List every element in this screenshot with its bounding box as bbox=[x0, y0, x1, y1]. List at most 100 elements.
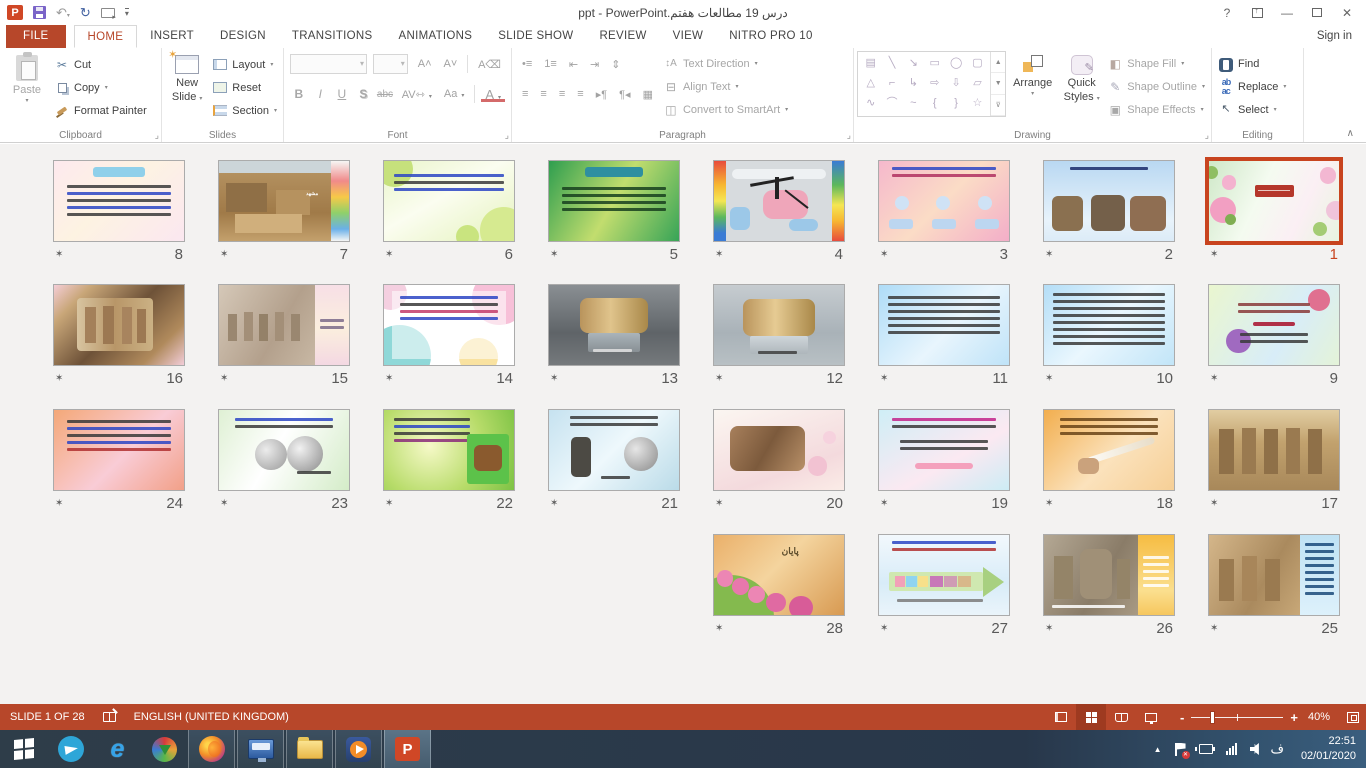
slide-sorter-view-button[interactable] bbox=[1076, 704, 1106, 730]
shape-icon[interactable]: ⇨ bbox=[930, 76, 939, 91]
taskbar-file-explorer[interactable] bbox=[286, 730, 333, 768]
format-painter-button[interactable]: Format Painter bbox=[51, 99, 150, 122]
animation-star-icon[interactable]: ✶ bbox=[548, 498, 558, 509]
animation-star-icon[interactable]: ✶ bbox=[53, 373, 63, 384]
paste-button[interactable]: Paste ▾ bbox=[3, 51, 51, 125]
slide-5-thumbnail[interactable] bbox=[548, 160, 680, 242]
animation-star-icon[interactable]: ✶ bbox=[53, 498, 63, 509]
sign-in-link[interactable]: Sign in bbox=[1317, 30, 1352, 42]
paragraph-align-icon[interactable]: ¶◂ bbox=[615, 88, 634, 101]
shape-outline-button[interactable]: ✎Shape Outline▾ bbox=[1104, 75, 1208, 98]
tab-review[interactable]: REVIEW bbox=[586, 25, 659, 48]
animation-star-icon[interactable]: ✶ bbox=[713, 498, 723, 509]
shape-icon[interactable]: ☆ bbox=[973, 96, 983, 111]
layout-button[interactable]: Layout▾ bbox=[209, 53, 280, 76]
help-button[interactable]: ? bbox=[1214, 3, 1240, 23]
animation-star-icon[interactable]: ✶ bbox=[383, 498, 393, 509]
animation-star-icon[interactable]: ✶ bbox=[1043, 249, 1053, 260]
zoom-in-button[interactable]: + bbox=[1290, 710, 1298, 725]
slide-26-thumbnail[interactable] bbox=[1043, 534, 1175, 616]
shape-icon[interactable]: ⇩ bbox=[952, 76, 961, 91]
animation-star-icon[interactable]: ✶ bbox=[383, 373, 393, 384]
tab-view[interactable]: VIEW bbox=[660, 25, 717, 48]
paragraph-align-icon[interactable]: ▦ bbox=[639, 88, 657, 101]
spell-check-icon[interactable] bbox=[103, 712, 116, 722]
zoom-slider[interactable] bbox=[1191, 717, 1283, 718]
font-dialog-launcher-icon[interactable]: ⌟ bbox=[505, 130, 509, 141]
tab-insert[interactable]: INSERT bbox=[137, 25, 207, 48]
replace-button[interactable]: abacReplace▾ bbox=[1215, 75, 1289, 98]
shape-icon[interactable]: ▱ bbox=[973, 76, 981, 91]
shape-icon[interactable]: ▢ bbox=[972, 56, 982, 71]
taskbar-on-screen-keyboard[interactable] bbox=[237, 730, 284, 768]
slide-23-thumbnail[interactable] bbox=[218, 409, 350, 491]
shape-icon[interactable]: ~ bbox=[910, 96, 916, 111]
slide-10-thumbnail[interactable] bbox=[1043, 284, 1175, 366]
network-signal-icon[interactable] bbox=[1226, 743, 1237, 755]
paragraph-list-indent-icon[interactable]: 1≡ bbox=[540, 58, 561, 70]
clock[interactable]: 22:51 02/01/2020 bbox=[1297, 734, 1356, 764]
shape-icon[interactable]: ↳ bbox=[909, 76, 918, 91]
slide-2-thumbnail[interactable] bbox=[1043, 160, 1175, 242]
restore-button[interactable] bbox=[1304, 3, 1330, 23]
slide-21-thumbnail[interactable] bbox=[548, 409, 680, 491]
slide-12-thumbnail[interactable] bbox=[713, 284, 845, 366]
arrange-button[interactable]: Arrange ▾ bbox=[1006, 51, 1059, 125]
clipboard-dialog-launcher-icon[interactable]: ⌟ bbox=[155, 130, 159, 141]
slide-9-thumbnail[interactable] bbox=[1208, 284, 1340, 366]
animation-star-icon[interactable]: ✶ bbox=[878, 373, 888, 384]
taskbar-powerpoint[interactable]: P bbox=[384, 730, 431, 768]
shapes-gallery[interactable]: ▤╲↘▭◯▢△⌐↳⇨⇩▱∿⌒~{}☆ ▲▼⊽ bbox=[857, 51, 1006, 117]
paragraph-align-icon[interactable]: ≡ bbox=[518, 88, 532, 100]
slide-13-thumbnail[interactable] bbox=[548, 284, 680, 366]
section-button[interactable]: Section▾ bbox=[209, 99, 280, 122]
language-label[interactable]: ENGLISH (UNITED KINGDOM) bbox=[134, 711, 289, 723]
taskbar-idm[interactable] bbox=[141, 730, 188, 768]
start-button[interactable] bbox=[0, 730, 47, 768]
customize-qat-icon[interactable]: ▾ bbox=[125, 8, 129, 18]
shapes-gallery-scrollbar[interactable]: ▲▼⊽ bbox=[990, 52, 1005, 116]
character-spacing-button[interactable]: AV⇿ ▾ bbox=[398, 88, 436, 101]
zoom-slider-thumb[interactable] bbox=[1210, 711, 1215, 724]
font-color-button[interactable]: A ▾ bbox=[481, 87, 505, 102]
animation-star-icon[interactable]: ✶ bbox=[878, 623, 888, 634]
redo-icon[interactable]: ↻ bbox=[80, 6, 91, 19]
normal-view-button[interactable] bbox=[1046, 704, 1076, 730]
animation-star-icon[interactable]: ✶ bbox=[1208, 623, 1218, 634]
bold-icon[interactable]: B bbox=[290, 87, 308, 101]
fit-slide-to-window-button[interactable] bbox=[1340, 704, 1366, 730]
shape-icon[interactable]: ▤ bbox=[865, 56, 875, 71]
shape-icon[interactable]: ╲ bbox=[889, 56, 896, 71]
tab-animations[interactable]: ANIMATIONS bbox=[386, 25, 486, 48]
slide-4-thumbnail[interactable] bbox=[713, 160, 845, 242]
paragraph-align-icon[interactable]: ≡ bbox=[536, 88, 550, 100]
animation-star-icon[interactable]: ✶ bbox=[1208, 249, 1218, 260]
increase-font-size-icon[interactable]: A˄ bbox=[414, 58, 436, 70]
shape-icon[interactable]: ∿ bbox=[866, 96, 875, 111]
shape-icon[interactable]: △ bbox=[866, 76, 874, 91]
paragraph-align-icon[interactable]: ≡ bbox=[555, 88, 569, 100]
underline-icon[interactable]: U bbox=[333, 87, 351, 101]
slide-28-thumbnail[interactable]: پایان bbox=[713, 534, 845, 616]
animation-star-icon[interactable]: ✶ bbox=[1043, 373, 1053, 384]
keyboard-language-indicator[interactable]: ف bbox=[1270, 741, 1283, 757]
paragraph-list-indent-icon[interactable]: ⇥ bbox=[586, 58, 603, 71]
animation-star-icon[interactable]: ✶ bbox=[713, 373, 723, 384]
paragraph-align-icon[interactable]: ≡ bbox=[573, 88, 587, 100]
tab-file[interactable]: FILE bbox=[6, 25, 66, 48]
show-hidden-icons-button[interactable]: ▲ bbox=[1154, 745, 1162, 754]
slide-6-thumbnail[interactable] bbox=[383, 160, 515, 242]
close-button[interactable]: ✕ bbox=[1334, 3, 1360, 23]
collapse-ribbon-icon[interactable]: ∧ bbox=[1347, 128, 1354, 139]
taskbar-internet-explorer[interactable]: e bbox=[94, 730, 141, 768]
shape-icon[interactable]: ⌒ bbox=[887, 96, 898, 111]
animation-star-icon[interactable]: ✶ bbox=[1043, 498, 1053, 509]
align-text-button[interactable]: ⊟Align Text▾ bbox=[660, 75, 791, 98]
find-button[interactable]: Find bbox=[1215, 52, 1289, 75]
slide-25-thumbnail[interactable] bbox=[1208, 534, 1340, 616]
paragraph-align-icon[interactable]: ▸¶ bbox=[592, 88, 611, 101]
strikethrough-icon[interactable]: abc bbox=[376, 89, 394, 100]
slide-8-thumbnail[interactable] bbox=[53, 160, 185, 242]
powerpoint-logo-icon[interactable]: P bbox=[7, 5, 23, 20]
tab-slide-show[interactable]: SLIDE SHOW bbox=[485, 25, 586, 48]
